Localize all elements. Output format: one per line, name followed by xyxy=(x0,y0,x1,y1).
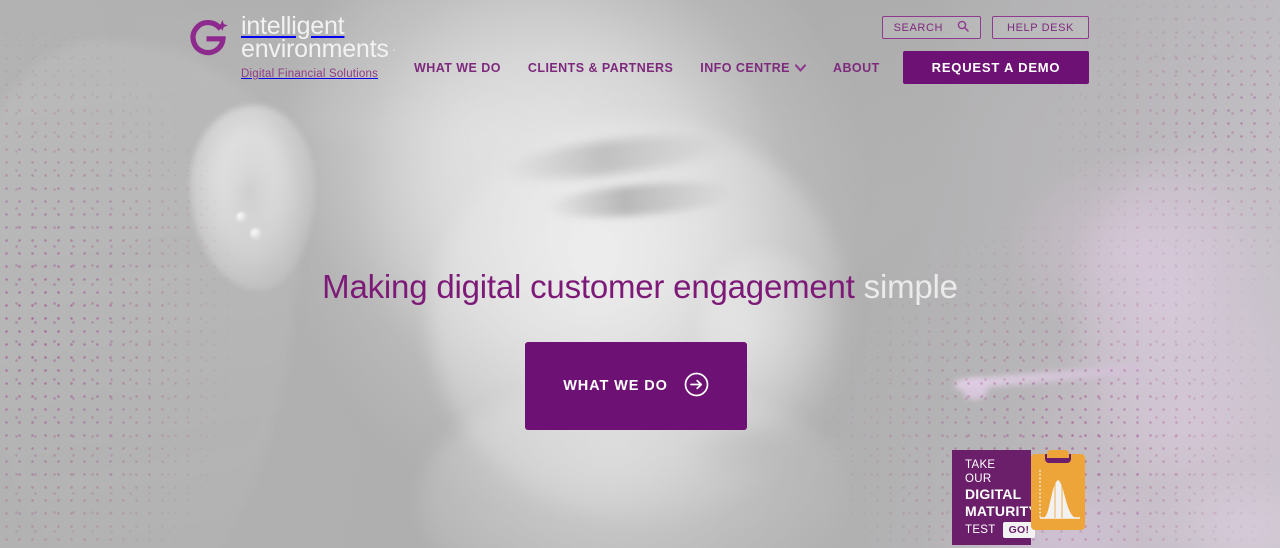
what-we-do-cta-button[interactable]: WHAT WE DO xyxy=(525,342,747,430)
brand-tagline: Digital Financial Solutions xyxy=(241,68,379,80)
digital-maturity-test-badge[interactable]: TAKE OUR DIGITAL MATURITY TEST GO! xyxy=(952,450,1087,545)
hero-page: intelligent environments · Digital Finan… xyxy=(0,0,1280,548)
badge-text-panel: TAKE OUR DIGITAL MATURITY TEST GO! xyxy=(952,450,1038,545)
search-label: SEARCH xyxy=(893,21,944,34)
help-desk-button[interactable]: HELP DESK xyxy=(992,16,1089,39)
nav-label: ABOUT xyxy=(832,61,880,75)
badge-line-2: DIGITAL xyxy=(965,486,1022,502)
brand-trademark: · xyxy=(392,44,396,56)
badge-line-1: TAKE OUR xyxy=(965,459,996,485)
clipboard-bell-curve-icon xyxy=(1031,450,1087,545)
nav-item-clients-partners[interactable]: CLIENTS & PARTNERS xyxy=(528,61,673,75)
logo-wordmark: intelligent environments · Digital Finan… xyxy=(241,14,396,81)
nav-label: WHAT WE DO xyxy=(414,61,501,75)
utility-bar: SEARCH HELP DESK xyxy=(881,16,1089,39)
request-a-demo-button[interactable]: REQUEST A DEMO xyxy=(903,51,1089,84)
nav-item-about[interactable]: ABOUT xyxy=(833,61,880,75)
chevron-down-icon xyxy=(794,61,807,75)
site-logo[interactable]: intelligent environments · Digital Finan… xyxy=(188,14,396,81)
nav-item-info-centre[interactable]: INFO CENTRE xyxy=(700,61,807,75)
nav-label: INFO CENTRE xyxy=(700,61,790,75)
nav-item-what-we-do[interactable]: WHAT WE DO xyxy=(414,61,501,75)
badge-line-4: TEST xyxy=(965,524,996,536)
cta-label: WHAT WE DO xyxy=(563,378,668,394)
e-mark-icon xyxy=(188,17,232,61)
primary-navigation: WHAT WE DO CLIENTS & PARTNERS INFO CENTR… xyxy=(414,61,964,75)
search-input[interactable]: SEARCH xyxy=(881,16,982,39)
badge-line-3: MATURITY xyxy=(965,503,1038,519)
brand-line-2: environments · xyxy=(241,35,396,63)
circle-arrow-right-icon xyxy=(684,372,709,400)
brand-line-2-text: environments xyxy=(241,35,389,63)
nav-label: CLIENTS & PARTNERS xyxy=(527,61,674,75)
search-icon[interactable] xyxy=(957,20,969,35)
headline-strong: Making digital customer engagement xyxy=(322,268,855,305)
site-header: intelligent environments · Digital Finan… xyxy=(0,0,1280,96)
help-desk-label: HELP DESK xyxy=(1007,21,1074,34)
hero-headline: Making digital customer engagement simpl… xyxy=(0,268,1280,306)
headline-light: simple xyxy=(854,268,958,305)
badge-action-row: TEST GO! xyxy=(965,522,1036,538)
